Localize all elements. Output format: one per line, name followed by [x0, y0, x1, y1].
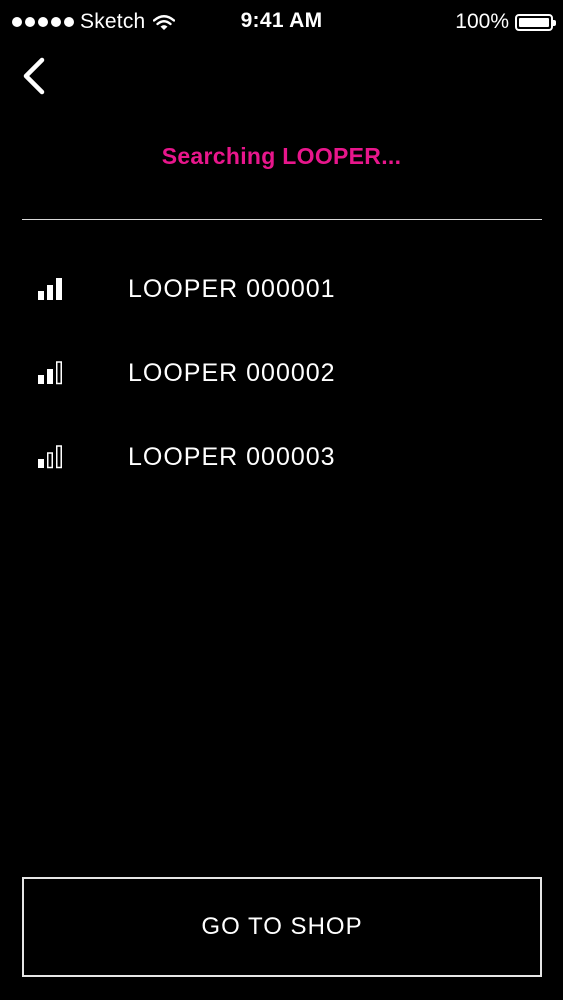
- signal-bar-filled: [47, 369, 53, 384]
- device-name: LOOPER 000001: [128, 275, 336, 303]
- go-to-shop-button[interactable]: GO TO SHOP: [22, 877, 542, 977]
- chevron-left-icon: [23, 57, 45, 95]
- signal-bar-filled: [38, 375, 44, 384]
- signal-bar-empty: [56, 361, 62, 385]
- signal-bar-filled: [38, 459, 44, 468]
- status-bar: Sketch 9:41 AM 100%: [0, 0, 563, 46]
- list-item[interactable]: LOOPER 000001: [0, 250, 563, 334]
- back-button[interactable]: [14, 54, 58, 98]
- signal-bar-filled: [38, 291, 44, 300]
- signal-strength-icon: [38, 445, 62, 469]
- signal-bar-filled: [47, 285, 53, 300]
- divider: [22, 219, 542, 220]
- signal-bar-empty: [56, 445, 62, 469]
- list-item[interactable]: LOOPER 000002: [0, 334, 563, 418]
- battery-percentage: 100%: [455, 10, 509, 33]
- status-bar-right: 100%: [455, 10, 556, 34]
- battery-level: [519, 17, 549, 27]
- signal-bar-empty: [47, 452, 53, 469]
- battery-icon: [515, 13, 556, 31]
- list-item[interactable]: LOOPER 000003: [0, 418, 563, 502]
- device-name: LOOPER 000002: [128, 359, 336, 387]
- battery-tip: [553, 19, 556, 26]
- signal-strength-icon: [38, 361, 62, 385]
- device-list: LOOPER 000001 LOOPER 000002 LOOPER 00000…: [0, 250, 563, 502]
- signal-strength-icon: [38, 278, 62, 300]
- signal-bar-filled: [56, 278, 62, 300]
- page-title: Searching LOOPER...: [161, 143, 402, 169]
- device-name: LOOPER 000003: [128, 443, 336, 471]
